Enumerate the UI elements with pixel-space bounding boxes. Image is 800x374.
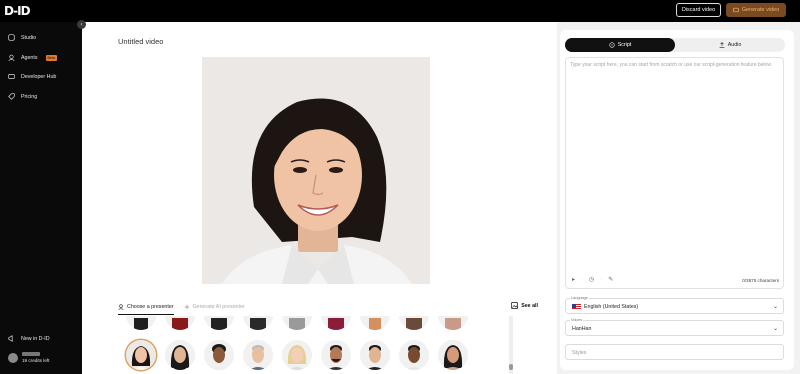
script-placeholder: Type your script here, you can start fro…	[570, 62, 773, 68]
new-in-label: New in D-ID	[21, 335, 50, 342]
presenter-tabs: Choose a presenter Generate AI presenter…	[118, 302, 548, 316]
d-id-logo[interactable]: D-ID	[4, 4, 31, 18]
video-title[interactable]: Untitled video	[118, 37, 163, 46]
script-panel: Script Audio Type your script here, you …	[557, 22, 800, 374]
play-icon[interactable]: ▸	[572, 276, 575, 283]
home-icon	[8, 34, 15, 41]
avatar	[8, 352, 18, 363]
tab-audio[interactable]: Audio	[675, 38, 785, 52]
presenter-preview-image	[202, 57, 430, 284]
upload-icon	[719, 42, 725, 48]
presenter-thumbnail[interactable]	[360, 340, 390, 370]
tab-choose-presenter[interactable]: Choose a presenter	[118, 304, 174, 315]
script-toolbar: ▸ · ◷ · ✎	[572, 276, 613, 284]
sidebar-item-label: Agents	[21, 54, 38, 61]
language-label: Language	[570, 296, 589, 300]
chevron-down-icon: ⌄	[772, 326, 778, 332]
collapse-sidebar-button[interactable]: ‹	[77, 20, 86, 29]
sidebar-item-pricing[interactable]: Pricing	[8, 93, 37, 100]
presenter-thumbnail[interactable]	[438, 316, 468, 330]
see-all-button[interactable]: See all	[511, 302, 538, 309]
sidebar: Studio Agents Beta Developer Hub Pricing…	[0, 22, 82, 374]
sidebar-item-label: Pricing	[21, 93, 38, 100]
tab-script[interactable]: Script	[565, 38, 675, 52]
user-name-redacted	[22, 352, 40, 356]
gallery-icon	[511, 302, 519, 309]
presenter-thumbnail[interactable]	[243, 340, 273, 370]
tab-label: Audio	[727, 42, 742, 48]
presenter-thumbnail[interactable]	[165, 340, 195, 370]
sparkle-icon	[183, 304, 190, 310]
script-audio-toggle: Script Audio	[565, 38, 785, 52]
tab-generate-ai-presenter[interactable]: Generate AI presenter	[183, 304, 245, 314]
presenter-thumbnail[interactable]	[321, 340, 351, 370]
script-panel-card: Script Audio Type your script here, you …	[560, 30, 794, 370]
script-icon	[609, 42, 615, 48]
character-counter: 0/3875 characters	[742, 278, 779, 283]
voices-label: Voices	[570, 318, 584, 322]
agents-icon	[8, 54, 15, 61]
styles-placeholder: Styles	[572, 350, 587, 356]
language-value: English (United States)	[584, 304, 639, 310]
user-profile[interactable]: 19 credits left	[8, 352, 49, 363]
sidebar-item-label: Developer Hub	[21, 73, 57, 80]
voices-select[interactable]: Voices HanHan ⌄	[565, 318, 784, 336]
presenter-thumbnail[interactable]	[204, 316, 234, 330]
toolbar-divider: ·	[581, 276, 584, 283]
presenter-thumbnail[interactable]	[438, 340, 468, 370]
scrollbar-thumb[interactable]	[509, 364, 513, 370]
presenter-thumbnail[interactable]	[282, 340, 312, 370]
discard-video-button[interactable]: Discard video	[676, 3, 721, 17]
language-select[interactable]: Language English (United States) ⌄	[565, 296, 784, 314]
generate-video-label: Generate video	[741, 7, 780, 13]
generate-video-button[interactable]: Generate video	[726, 3, 786, 17]
megaphone-icon	[8, 335, 15, 342]
top-bar: D-ID Discard video Generate video	[0, 0, 800, 22]
code-icon	[8, 73, 15, 80]
video-icon	[732, 7, 739, 13]
tab-label: Generate AI presenter	[192, 304, 245, 310]
language-value-wrap: English (United States)	[572, 304, 638, 310]
sidebar-item-studio[interactable]: Studio	[8, 34, 36, 41]
presenter-thumbnail[interactable]	[360, 316, 390, 330]
presenter-thumbnail[interactable]	[282, 316, 312, 330]
credits-left: 19 credits left	[22, 358, 50, 363]
presenter-thumbnail-selected[interactable]	[126, 340, 156, 370]
tab-label: Choose a presenter	[127, 303, 174, 310]
presenter-thumbnail[interactable]	[243, 316, 273, 330]
person-icon	[118, 303, 124, 310]
styles-select[interactable]: Styles	[565, 344, 784, 360]
sidebar-item-label: Studio	[21, 34, 37, 41]
toolbar-divider: ·	[600, 276, 603, 283]
ai-script-icon[interactable]: ✎	[608, 276, 613, 283]
beta-badge: Beta	[45, 54, 57, 61]
main-content: Untitled video Choose a presenter Genera…	[82, 22, 557, 374]
presenter-thumbnail[interactable]	[204, 340, 234, 370]
presenter-grid-scrollbar[interactable]	[509, 316, 513, 374]
tab-label: Script	[617, 42, 632, 48]
new-in-d-id-link[interactable]: New in D-ID	[8, 335, 50, 342]
script-textarea[interactable]: Type your script here, you can start fro…	[565, 57, 784, 289]
pause-timer-icon[interactable]: ◷	[589, 276, 594, 283]
sidebar-item-developer-hub[interactable]: Developer Hub	[8, 73, 56, 80]
chevron-down-icon: ⌄	[772, 304, 778, 310]
presenter-thumbnail[interactable]	[126, 316, 156, 330]
voices-value: HanHan	[572, 326, 592, 332]
presenter-thumbnail[interactable]	[399, 340, 429, 370]
tag-icon	[8, 93, 15, 100]
sidebar-item-agents[interactable]: Agents Beta	[8, 54, 57, 61]
presenter-thumbnail[interactable]	[321, 316, 351, 330]
presenter-grid	[118, 316, 518, 374]
see-all-label: See all	[521, 302, 538, 309]
presenter-thumbnail[interactable]	[165, 316, 195, 330]
us-flag-icon	[572, 304, 581, 310]
presenter-thumbnail[interactable]	[399, 316, 429, 330]
